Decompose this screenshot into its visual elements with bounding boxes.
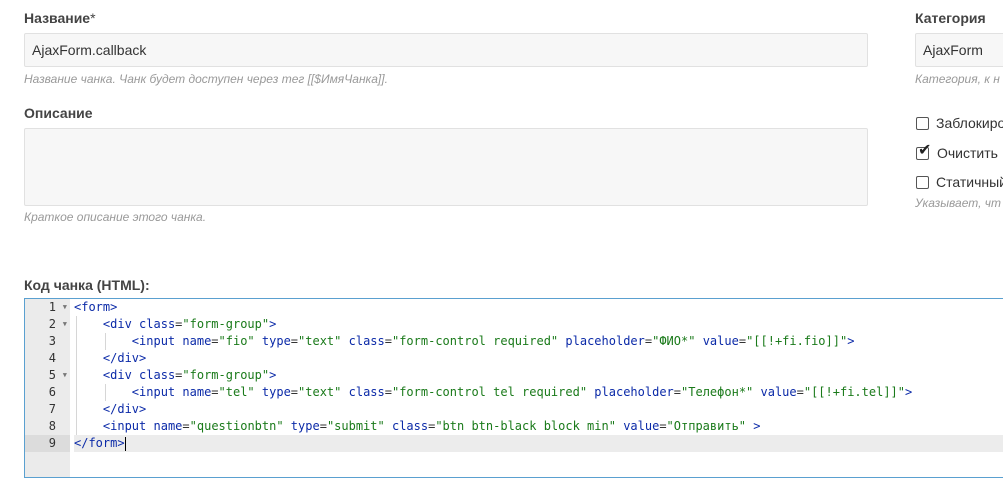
line-number: 7	[48, 402, 56, 416]
line-number-gutter: 1 ▼ 2 ▼ 3 4 5 ▼ 6 7 8 9	[25, 299, 70, 477]
line-number: 9	[48, 436, 56, 450]
fold-toggle-icon[interactable]: ▼	[63, 299, 67, 316]
code-editor[interactable]: 1 ▼ 2 ▼ 3 4 5 ▼ 6 7 8 9 <form> <div class="…	[24, 298, 1003, 478]
code-line-8: <input name="questionbtn" type="submit" …	[102, 419, 761, 433]
category-help-text: Категория, к н	[915, 72, 1000, 86]
gutter-line: 6	[25, 384, 70, 401]
gutter-line: 3	[25, 333, 70, 350]
gutter-line: 1 ▼	[25, 299, 70, 316]
name-field-label: Название*	[24, 10, 96, 26]
required-mark: *	[90, 10, 96, 26]
fold-toggle-icon[interactable]: ▼	[63, 367, 67, 384]
checkbox-static[interactable]: Статичный	[916, 173, 1003, 191]
line-number: 3	[48, 334, 56, 348]
check-mark-icon: ✔	[918, 141, 932, 159]
line-number: 8	[48, 419, 56, 433]
name-label-text: Название	[24, 10, 91, 26]
code-line-1: <form>	[74, 300, 118, 314]
code-area[interactable]: <form> <div class="form-group"> <input n…	[74, 299, 1003, 477]
code-line-9: </form>	[74, 435, 1003, 452]
fold-toggle-icon[interactable]: ▼	[63, 316, 67, 333]
gutter-line: 4	[25, 350, 70, 367]
code-line-7: </div>	[102, 402, 147, 416]
checkbox-clear-cache-box[interactable]: ✔	[916, 142, 931, 160]
checkbox-locked-label: Заблокиро	[936, 115, 1003, 131]
description-help-text: Краткое описание этого чанка.	[24, 210, 207, 224]
checkbox-static-box[interactable]	[916, 175, 929, 189]
line-number: 2	[48, 317, 56, 331]
description-field-label: Описание	[24, 105, 93, 121]
gutter-line: 7	[25, 401, 70, 418]
category-field-label: Категория	[915, 10, 986, 26]
line-number: 1	[48, 300, 56, 314]
checkbox-locked-box[interactable]	[916, 116, 929, 130]
category-select[interactable]	[915, 33, 1003, 67]
code-line-3: <input name="fio" type="text" class="for…	[131, 334, 855, 348]
line-number: 5	[48, 368, 56, 382]
checkbox-static-label: Статичный	[936, 174, 1003, 190]
checkbox-help-text: Указывает, чт	[915, 196, 1001, 210]
checkbox-clear-cache-label: Очистить	[937, 145, 998, 161]
gutter-line: 8	[25, 418, 70, 435]
line-number: 4	[48, 351, 56, 365]
code-line-5: <div class="form-group">	[102, 368, 277, 382]
name-help-text: Название чанка. Чанк будет доступен чере…	[24, 72, 388, 86]
gutter-line-active: 9	[25, 435, 70, 452]
line-number: 6	[48, 385, 56, 399]
code-line-4: </div>	[102, 351, 147, 365]
name-input[interactable]	[24, 33, 868, 67]
code-line-6: <input name="tel" type="text" class="for…	[131, 385, 913, 399]
gutter-line: 5 ▼	[25, 367, 70, 384]
gutter-line: 2 ▼	[25, 316, 70, 333]
text-cursor	[124, 436, 126, 451]
code-editor-label: Код чанка (HTML):	[24, 277, 150, 293]
checkbox-locked[interactable]: Заблокиро	[916, 114, 1003, 132]
description-textarea[interactable]	[24, 128, 868, 206]
checkbox-clear-cache[interactable]: ✔ Очистить	[916, 142, 998, 162]
code-line-2: <div class="form-group">	[102, 317, 277, 331]
